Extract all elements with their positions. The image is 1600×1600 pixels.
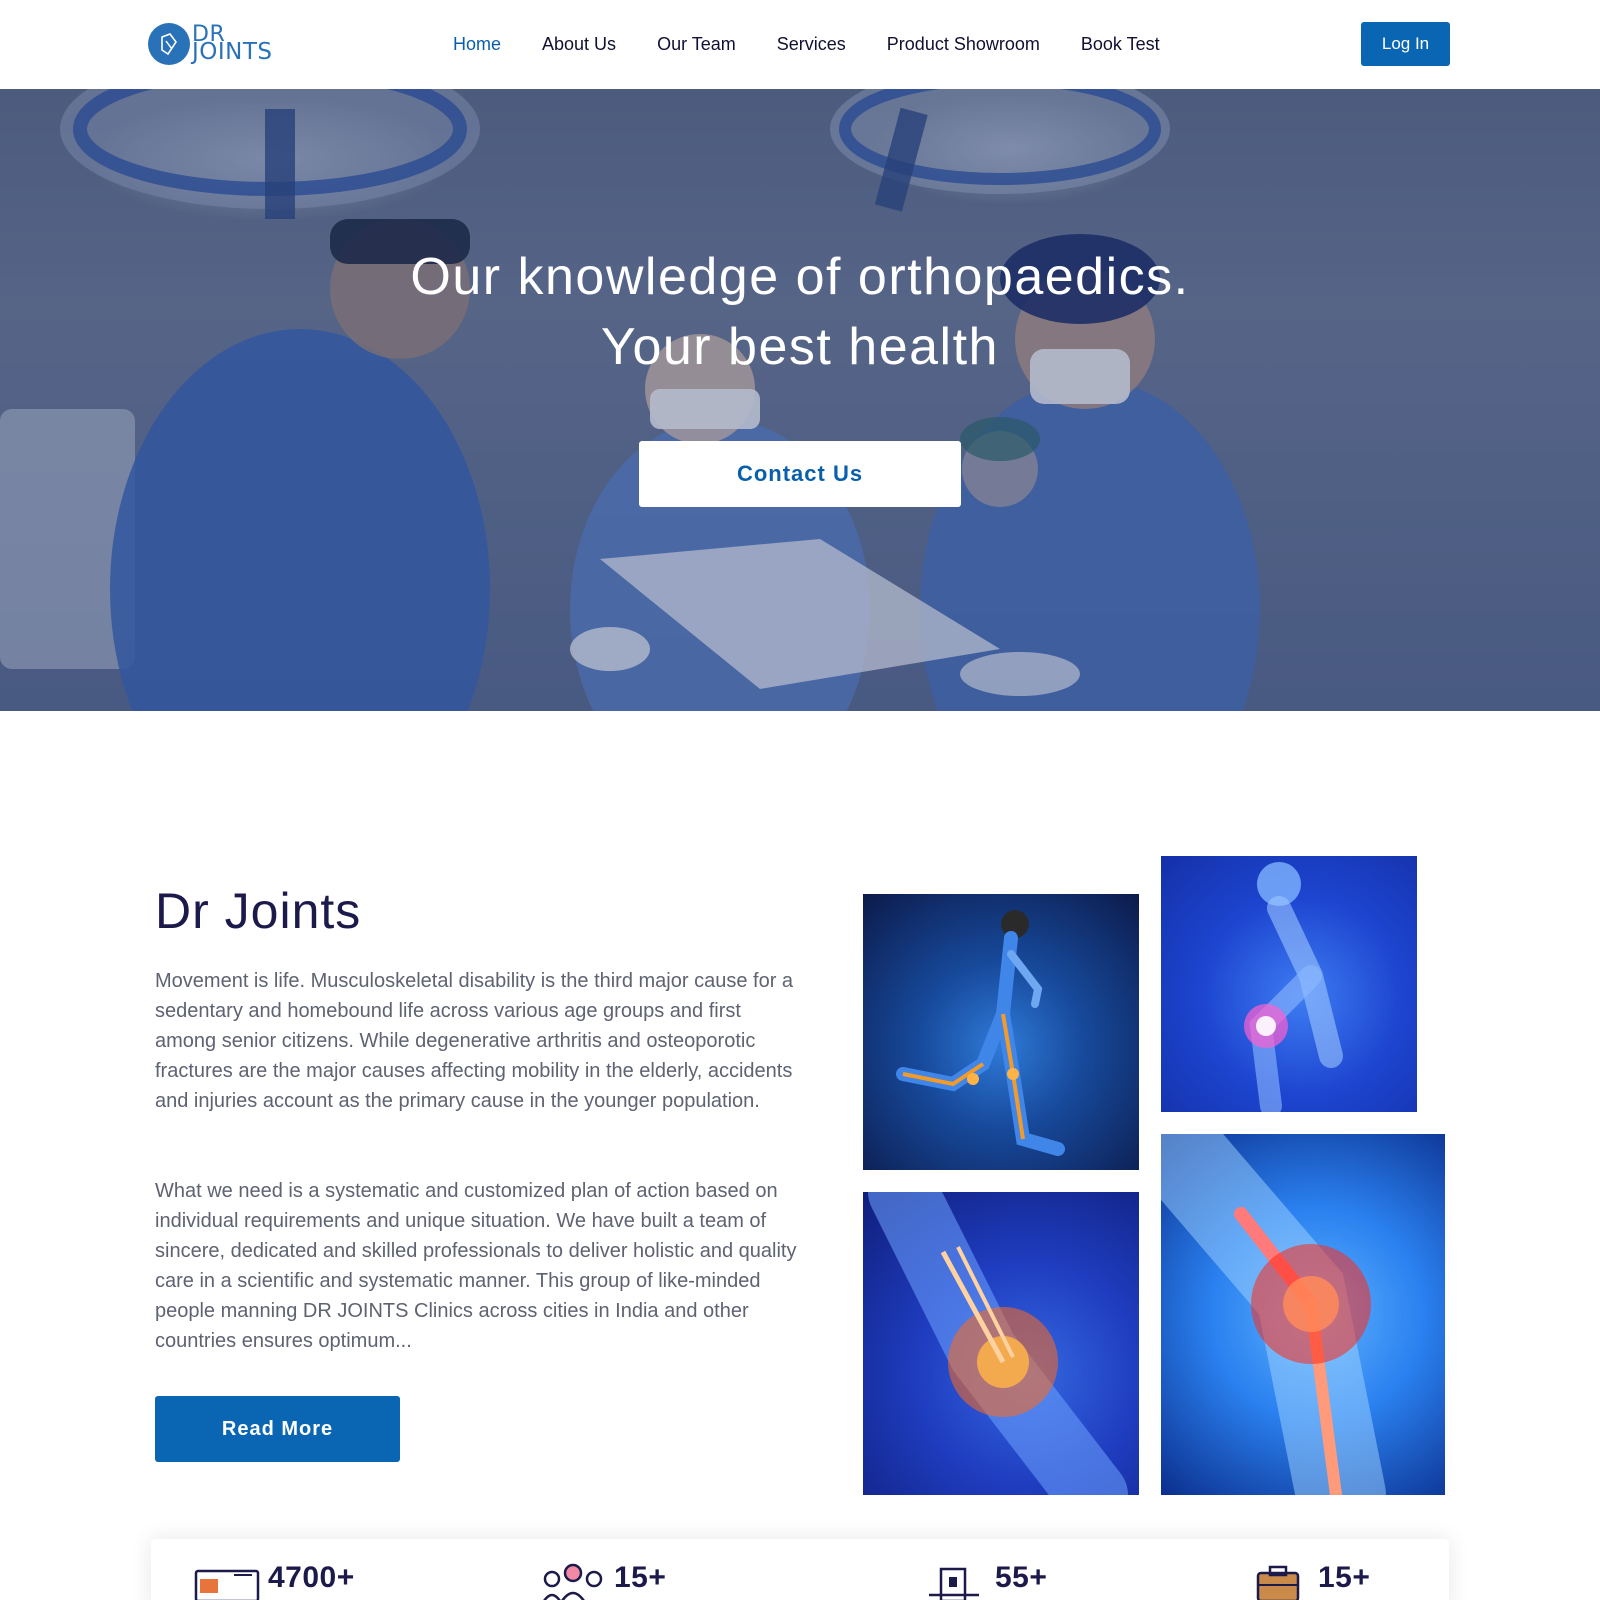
nav-product-showroom[interactable]: Product Showroom [887, 34, 1040, 55]
read-more-button[interactable]: Read More [155, 1396, 400, 1462]
nav-about-us[interactable]: About Us [542, 34, 616, 55]
dr-joints-logo[interactable]: DR JOINTS [148, 22, 273, 66]
monitor-chart-icon [194, 1569, 260, 1600]
stat-value: 15+ [1318, 1561, 1371, 1594]
about-paragraph-1: Movement is life. Musculoskeletal disabi… [155, 970, 794, 1112]
knee-pain-skeleton-image [1161, 856, 1417, 1112]
login-button[interactable]: Log In [1361, 22, 1450, 66]
main-nav: Home About Us Our Team Services Product … [453, 34, 1201, 55]
running-skeleton-image [863, 894, 1139, 1170]
stat-value: 15+ [614, 1561, 667, 1594]
knee-joint-xray-image [1161, 1134, 1445, 1495]
about-paragraph-2: What we need is a systematic and customi… [155, 1180, 797, 1352]
stat-item: 15+ [540, 1561, 666, 1600]
stat-item: 15+ [1244, 1561, 1370, 1600]
stat-value: 4700+ [268, 1561, 355, 1594]
logo-line-2: JOINTS [192, 39, 273, 66]
site-header: DR JOINTS Home About Us Our Team Service… [0, 0, 1600, 89]
hero-banner: Our knowledge of orthopaedics. Your best… [0, 89, 1600, 711]
hero-title-line-2: Your best health [601, 318, 999, 376]
nav-services[interactable]: Services [777, 34, 846, 55]
hero-title-line-1: Our knowledge of orthopaedics. [410, 248, 1190, 306]
nav-book-test[interactable]: Book Test [1081, 34, 1160, 55]
nav-home[interactable]: Home [453, 34, 501, 55]
briefcase-icon [1256, 1565, 1300, 1600]
team-people-icon [543, 1563, 603, 1600]
stat-value: 55+ [995, 1561, 1048, 1594]
stats-bar: 4700+ 15+ 55+ 15+ [151, 1539, 1449, 1600]
logo-wordmark: DR JOINTS [192, 23, 273, 66]
about-title: Dr Joints [155, 883, 362, 939]
contact-us-button[interactable]: Contact Us [639, 441, 961, 507]
clinic-building-icon [929, 1567, 979, 1600]
stat-item: 55+ [921, 1561, 1047, 1600]
logo-mark-icon [148, 23, 190, 65]
hero-overlay [0, 89, 1600, 711]
nav-our-team[interactable]: Our Team [657, 34, 736, 55]
stat-item: 4700+ [194, 1561, 355, 1600]
elbow-pain-image [863, 1192, 1139, 1495]
